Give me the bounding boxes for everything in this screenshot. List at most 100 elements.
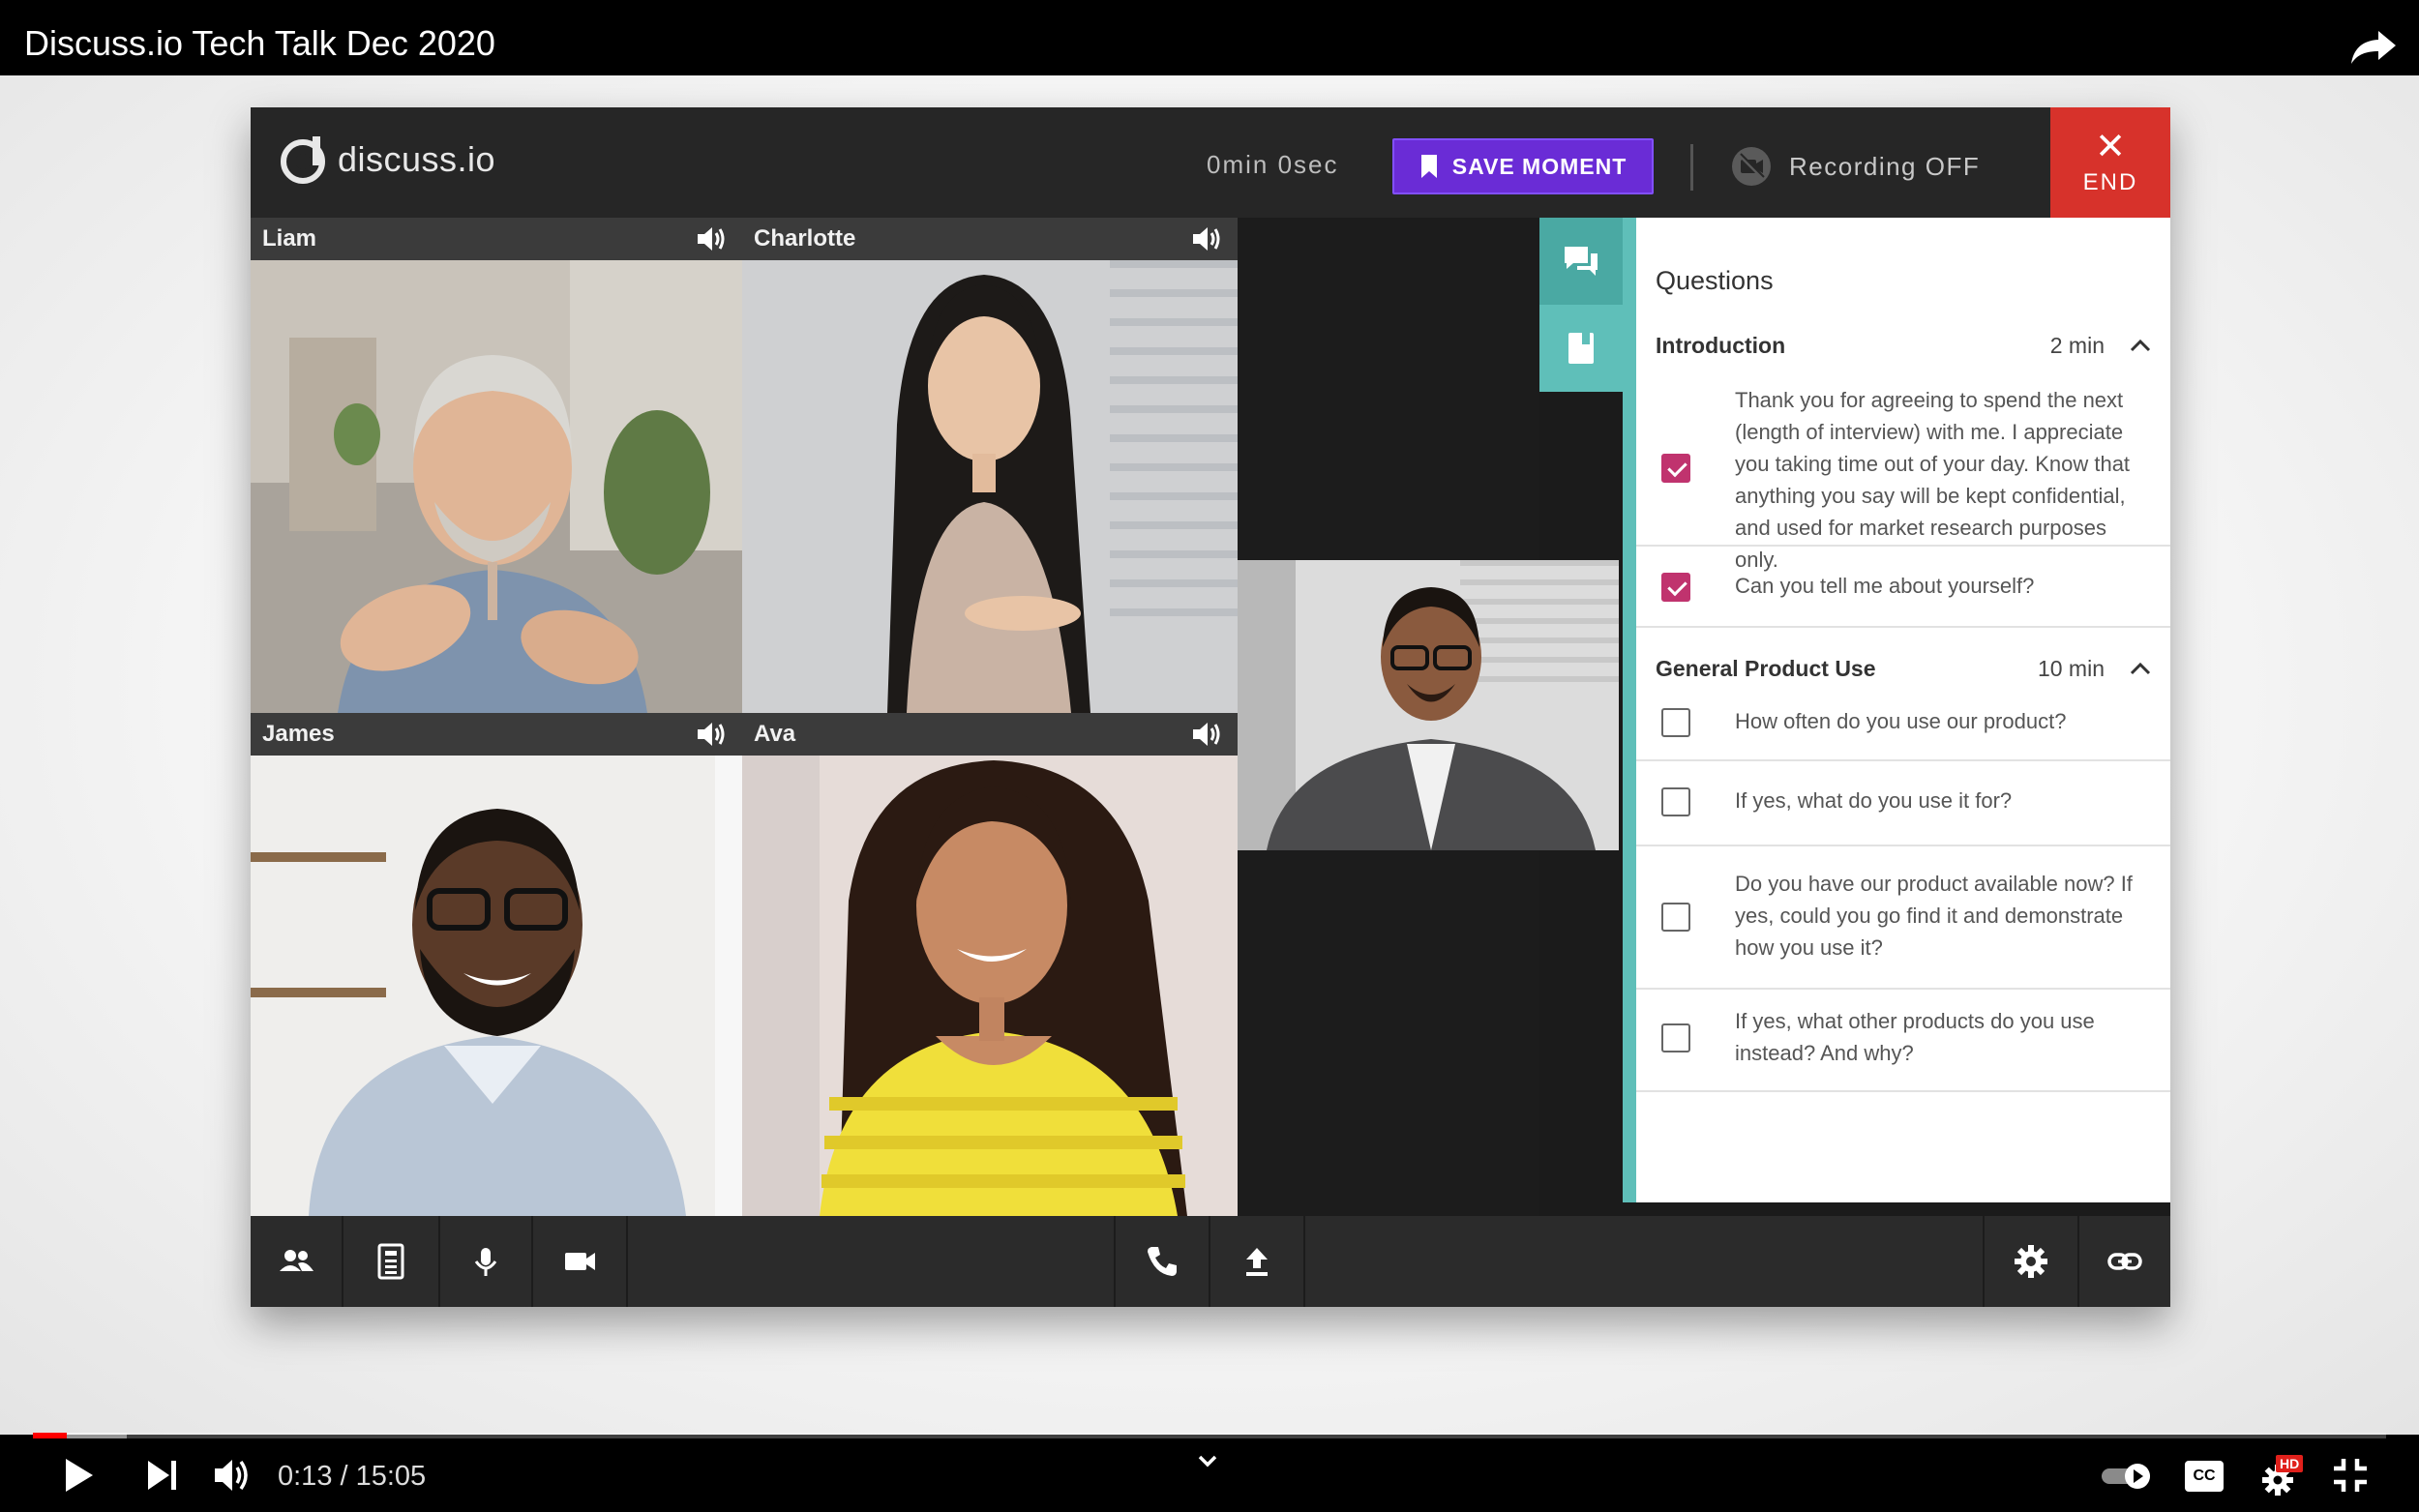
tile-header: James xyxy=(251,713,742,756)
discuss-app-window: discuss.io 0min 0sec SAVE MOMENT Recordi… xyxy=(251,107,2170,1307)
bookmark-icon xyxy=(1420,155,1437,178)
header-divider xyxy=(1690,144,1693,191)
link-button[interactable] xyxy=(2079,1216,2170,1307)
speaker-icon[interactable] xyxy=(1191,720,1224,749)
microphone-button[interactable] xyxy=(440,1216,533,1307)
participant-video-interviewer[interactable] xyxy=(1238,560,1619,850)
player-topbar: Discuss.io Tech Talk Dec 2020 xyxy=(0,0,2419,75)
participant-video-ava xyxy=(742,756,1238,1216)
recording-status: Recording OFF xyxy=(1789,152,1981,181)
participant-video-charlotte xyxy=(742,260,1238,713)
question-item: Do you have our product available now? I… xyxy=(1636,846,2170,990)
question-text: If yes, what do you use it for? xyxy=(1735,788,2013,813)
participants-icon xyxy=(280,1250,314,1271)
tile-header: Liam xyxy=(251,218,742,260)
notebook-icon xyxy=(1568,333,1594,364)
question-item: If yes, what do you use it for? xyxy=(1636,761,2170,846)
time-display: 0:13 / 15:05 xyxy=(278,1461,427,1492)
save-moment-button[interactable]: SAVE MOMENT xyxy=(1392,138,1654,194)
questions-panel[interactable]: Questions Introduction 2 min Thank you f… xyxy=(1636,218,2170,1202)
settings-button[interactable] xyxy=(1985,1216,2079,1307)
video-tile-james[interactable]: James xyxy=(251,713,742,1216)
session-timer: 0min 0sec xyxy=(1207,150,1339,179)
end-call-button[interactable]: ✕ END xyxy=(2050,107,2170,218)
tab-chat[interactable] xyxy=(1539,218,1623,305)
settings-icon xyxy=(2015,1245,2047,1278)
speaker-icon[interactable] xyxy=(696,720,729,749)
questions-title: Questions xyxy=(1656,266,1774,295)
question-checkbox[interactable] xyxy=(1661,573,1690,602)
volume-icon[interactable] xyxy=(211,1453,255,1497)
participant-video-james xyxy=(251,756,742,1216)
upload-icon xyxy=(1246,1248,1268,1276)
participant-name: Liam xyxy=(262,225,317,252)
captions-button[interactable]: CC xyxy=(2185,1461,2224,1492)
video-tile-charlotte[interactable]: Charlotte xyxy=(742,218,1238,713)
video-tile-empty-bottom xyxy=(1238,850,1539,1216)
phone-icon xyxy=(1148,1247,1177,1276)
close-icon: ✕ xyxy=(2095,127,2126,167)
save-moment-label: SAVE MOMENT xyxy=(1451,153,1628,179)
progress-played xyxy=(33,1433,68,1438)
camera-button[interactable] xyxy=(533,1216,628,1307)
question-checkbox[interactable] xyxy=(1661,1023,1690,1052)
question-item: If yes, what other products do you use i… xyxy=(1636,990,2170,1092)
chat-icon xyxy=(1565,247,1598,276)
app-header: discuss.io 0min 0sec SAVE MOMENT Recordi… xyxy=(251,107,2170,218)
settings-hd-button[interactable]: HD xyxy=(2258,1455,2307,1499)
next-icon[interactable] xyxy=(140,1453,185,1497)
participant-video-liam xyxy=(251,260,742,713)
participants-button[interactable] xyxy=(251,1216,343,1307)
video-tile-ava[interactable]: Ava xyxy=(742,713,1238,1216)
end-label: END xyxy=(2082,169,2138,195)
section-duration: 2 min xyxy=(2049,332,2105,358)
chevron-up-icon[interactable] xyxy=(2130,662,2151,675)
microphone-icon xyxy=(474,1248,497,1276)
link-icon xyxy=(2107,1253,2142,1270)
tab-notes[interactable] xyxy=(1539,305,1623,392)
notes-button[interactable] xyxy=(343,1216,440,1307)
participant-name: Charlotte xyxy=(754,225,856,252)
exit-fullscreen-icon[interactable] xyxy=(2328,1453,2373,1497)
tile-header: Charlotte xyxy=(742,218,1238,260)
play-icon[interactable] xyxy=(56,1453,101,1497)
panel-accent-stripe xyxy=(1623,218,1636,1202)
question-text: How often do you use our product? xyxy=(1735,709,2067,733)
speaker-icon[interactable] xyxy=(1191,224,1224,253)
question-checkbox[interactable] xyxy=(1661,903,1690,932)
section-name: General Product Use xyxy=(1656,655,1876,681)
question-item: Thank you for agreeing to spend the next… xyxy=(1636,372,2170,572)
video-tile-liam[interactable]: Liam xyxy=(251,218,742,713)
progress-bar[interactable] xyxy=(33,1433,2386,1438)
question-text: If yes, what other products do you use i… xyxy=(1735,1009,2095,1065)
camera-icon xyxy=(565,1253,595,1270)
question-item: Can you tell me about yourself? xyxy=(1636,547,2170,628)
discuss-logo-icon xyxy=(281,136,325,184)
question-checkbox[interactable] xyxy=(1661,787,1690,816)
recording-off-icon[interactable] xyxy=(1731,146,1772,187)
video-title[interactable]: Discuss.io Tech Talk Dec 2020 xyxy=(24,23,495,64)
chevron-down-icon[interactable] xyxy=(1188,1447,1227,1476)
phone-button[interactable] xyxy=(1116,1216,1210,1307)
autoplay-toggle-icon[interactable] xyxy=(2098,1453,2158,1497)
question-checkbox[interactable] xyxy=(1661,454,1690,483)
upload-button[interactable] xyxy=(1210,1216,1305,1307)
question-checkbox[interactable] xyxy=(1661,708,1690,737)
notes-icon xyxy=(377,1243,404,1280)
share-icon[interactable] xyxy=(2349,27,2398,66)
section-name: Introduction xyxy=(1656,332,1786,358)
question-text: Can you tell me about yourself? xyxy=(1735,574,2035,598)
speaker-icon[interactable] xyxy=(696,224,729,253)
discuss-logo: discuss.io xyxy=(278,134,495,185)
call-toolbar xyxy=(251,1216,2170,1307)
participant-name: James xyxy=(262,721,335,747)
chevron-up-icon[interactable] xyxy=(2130,339,2151,352)
question-item: How often do you use our product? xyxy=(1636,688,2170,761)
tile-header: Ava xyxy=(742,713,1238,756)
hd-badge: HD xyxy=(2276,1455,2304,1472)
participant-name: Ava xyxy=(754,721,796,747)
video-tile-empty-top xyxy=(1238,218,1539,560)
section-header-introduction[interactable]: Introduction 2 min xyxy=(1656,326,2151,365)
logo-text: discuss.io xyxy=(338,139,496,179)
section-header-general-product-use[interactable]: General Product Use 10 min xyxy=(1656,649,2151,688)
